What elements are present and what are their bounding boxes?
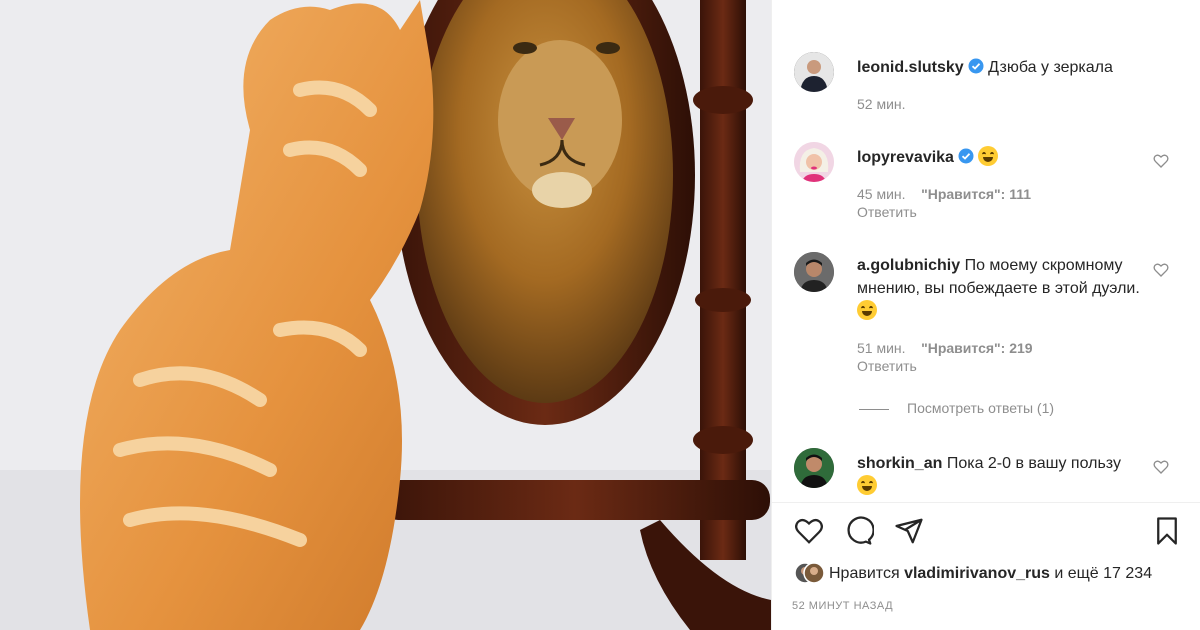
likes-prefix: Нравится <box>829 565 900 582</box>
comment-username[interactable]: lopyrevavika <box>857 149 954 166</box>
post-side-panel: leonid.slutsky Дзюба у зеркала 52 мин. l… <box>771 0 1200 630</box>
verified-badge-icon <box>958 148 974 169</box>
comment-username[interactable]: shorkin_an <box>857 455 942 472</box>
caption-time: 52 мин. <box>857 96 906 112</box>
comment-like-heart-icon[interactable] <box>1153 459 1169 475</box>
share-icon[interactable] <box>894 516 924 546</box>
likes-suffix[interactable]: и ещё 17 234 <box>1054 565 1152 582</box>
action-bar-divider <box>772 502 1200 503</box>
comment-time: 45 мин. <box>857 186 906 202</box>
likes-summary: Нравится vladimirivanov_rus и ещё 17 234 <box>829 565 1152 583</box>
comment-like-heart-icon[interactable] <box>1153 153 1169 169</box>
verified-badge-icon <box>968 58 984 79</box>
laughing-emoji-icon <box>857 475 877 495</box>
heart-icon[interactable] <box>794 516 824 546</box>
commenter-avatar[interactable] <box>794 448 834 488</box>
view-replies[interactable]: Посмотреть ответы (1) <box>859 400 1054 416</box>
comment-meta: 51 мин. "Нравится": 219 <box>857 340 1033 356</box>
comment-shorkin-an: shorkin_an Пока 2-0 в вашу пользу <box>857 452 1141 498</box>
reply-button[interactable]: Ответить <box>857 204 917 220</box>
caption-text: Дзюба у зеркала <box>988 59 1113 76</box>
comment-username[interactable]: a.golubnichiy <box>857 257 960 274</box>
author-username[interactable]: leonid.slutsky <box>857 59 964 76</box>
comment-lopyrevavika: lopyrevavika <box>857 146 1141 169</box>
commenter-avatar[interactable] <box>794 252 834 292</box>
post-photo[interactable] <box>0 0 771 630</box>
view-replies-label[interactable]: Посмотреть ответы (1) <box>907 400 1054 416</box>
commenter-avatar[interactable] <box>794 142 834 182</box>
comment-likes[interactable]: "Нравится": 219 <box>921 340 1032 356</box>
reply-button[interactable]: Ответить <box>857 358 917 374</box>
comment-text: Пока 2-0 в вашу пользу <box>946 455 1121 472</box>
laughing-emoji-icon <box>857 300 877 320</box>
comment-like-heart-icon[interactable] <box>1153 262 1169 278</box>
bookmark-icon[interactable] <box>1152 516 1182 546</box>
divider <box>859 408 889 410</box>
comment-icon[interactable] <box>844 516 875 546</box>
author-avatar[interactable] <box>794 52 834 92</box>
comment-likes[interactable]: "Нравится": 111 <box>921 186 1031 202</box>
liker-username[interactable]: vladimirivanov_rus <box>904 565 1050 582</box>
post-time-ago[interactable]: 52 МИНУТ НАЗАД <box>792 600 893 612</box>
comment-meta: 45 мин. "Нравится": 111 <box>857 186 1031 202</box>
caption: leonid.slutsky Дзюба у зеркала <box>857 56 1141 79</box>
comment-time: 51 мин. <box>857 340 906 356</box>
comment-a-golubnichiy: a.golubnichiy По моему скромному мнению,… <box>857 254 1141 323</box>
laughing-emoji-icon <box>978 146 999 166</box>
likers-avatars[interactable] <box>794 562 825 584</box>
